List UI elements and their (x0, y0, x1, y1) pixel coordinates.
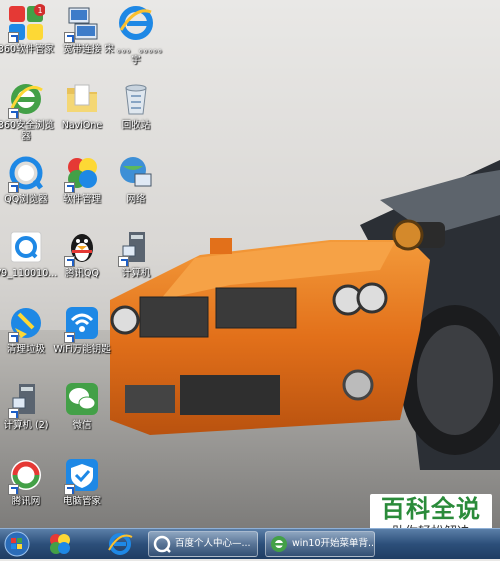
ie-browser-icon (117, 4, 155, 42)
tencent-news-icon (7, 456, 45, 495)
pc-manager-icon (63, 456, 101, 495)
folder-icon (63, 80, 101, 118)
360-software-manager-icon: 1 (7, 4, 45, 43)
360-browser-icon (271, 536, 287, 552)
taskbar-task-360-browser[interactable]: win10开始菜单背... (265, 531, 375, 557)
icon-label: 微信 (72, 420, 92, 431)
360-software-manager-icon (50, 534, 70, 554)
ie-browser-icon (108, 533, 133, 555)
shortcut-arrow-icon (64, 484, 75, 495)
shortcut-arrow-icon (64, 332, 75, 343)
qq-browser-icon (7, 154, 45, 193)
qq-penguin-icon (63, 228, 101, 267)
icon-label: 回收站 (121, 120, 151, 131)
shortcut-arrow-icon (64, 32, 75, 43)
recycle-bin-icon (117, 80, 155, 118)
watermark-title: 百科全说 (381, 495, 481, 523)
taskbar: 百度个人中心—... win10开始菜单背... (0, 528, 500, 559)
computer-icon (117, 228, 155, 267)
shortcut-arrow-icon (8, 484, 19, 495)
qq-browser-installer-icon (7, 228, 45, 266)
computer-2-icon (7, 380, 45, 419)
software-manager-icon (63, 154, 101, 193)
shortcut-arrow-icon (8, 32, 19, 43)
desktop-icon-ie-browser[interactable]: 宋 。。。 。。。。。宇 (104, 4, 168, 66)
taskbar-pin-ie[interactable] (106, 531, 134, 557)
taskbar-task-baidu[interactable]: 百度个人中心—... (148, 531, 258, 557)
desktop-icon-wifi-key[interactable]: WiFi万能钥匙 (50, 304, 114, 355)
shortcut-arrow-icon (8, 408, 19, 419)
360-browser-icon (7, 80, 45, 119)
desktop-icon-wechat[interactable]: 微信 (50, 380, 114, 431)
icon-label: 电脑管家 (62, 496, 101, 507)
desktop-icon-recycle-bin[interactable]: 回收站 (104, 80, 168, 131)
shortcut-arrow-icon (64, 256, 75, 267)
desktop-icon-pc-manager[interactable]: 电脑管家 (50, 456, 114, 507)
task-label: win10开始菜单背... (292, 538, 375, 549)
icon-label: WiFi万能钥匙 (53, 344, 111, 355)
clean-junk-icon (7, 304, 45, 343)
badge-count: 1 (37, 6, 42, 15)
shortcut-arrow-icon (118, 256, 129, 267)
baidu-icon (153, 535, 171, 553)
icon-label: 计算机 (121, 268, 151, 279)
taskbar-pin-360-manager[interactable] (46, 531, 74, 557)
network-icon (117, 154, 155, 192)
task-label: 百度个人中心—... (175, 538, 251, 549)
shortcut-arrow-icon (64, 182, 75, 193)
shortcut-arrow-icon (8, 108, 19, 119)
broadband-connection-icon (63, 4, 101, 43)
icon-label: 宋 。。。 。。。。。宇 (104, 44, 168, 66)
shortcut-arrow-icon (8, 182, 19, 193)
windows-start-icon (4, 531, 30, 557)
desktop-icon-computer[interactable]: 计算机 (104, 228, 168, 279)
wechat-icon (63, 380, 101, 418)
icon-label: 网络 (126, 194, 146, 205)
shortcut-arrow-icon (8, 332, 19, 343)
wifi-key-icon (63, 304, 101, 343)
desktop-icon-network[interactable]: 网络 (104, 154, 168, 205)
start-button[interactable] (3, 531, 31, 557)
